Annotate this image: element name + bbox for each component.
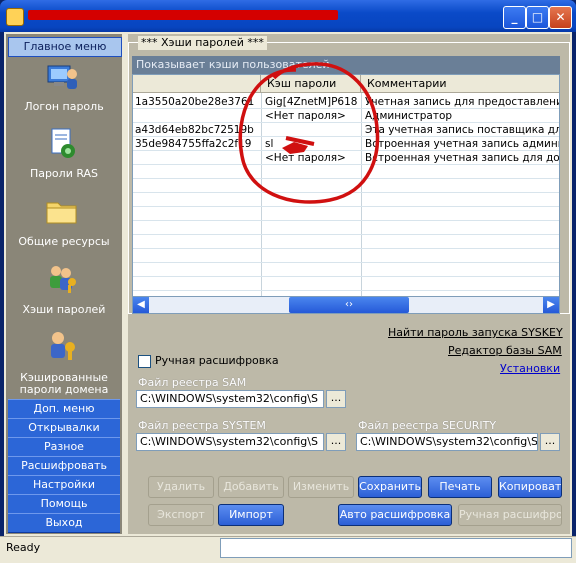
sam-file-field[interactable]: C:\WINDOWS\system32\config\S [136, 390, 324, 408]
status-panel [220, 538, 572, 558]
system-file-label: Файл реестра SYSTEM [138, 419, 266, 432]
sidebar-button-settings[interactable]: Настройки [8, 475, 120, 495]
shared-folder-icon[interactable] [44, 195, 80, 227]
grid-row-line [133, 290, 559, 291]
delete-button[interactable]: Удалить [148, 476, 214, 498]
copy-button[interactable]: Копировать [498, 476, 562, 498]
manual-decrypt-label: Ручная расшифровка [155, 354, 279, 367]
title-redaction [28, 10, 338, 20]
security-file-field[interactable]: C:\WINDOWS\system32\config\S [356, 433, 538, 451]
network-document-icon[interactable] [44, 127, 80, 159]
grid-row-line [133, 276, 559, 277]
security-browse-button[interactable]: ... [540, 433, 560, 451]
grid-row-line [133, 220, 559, 221]
app-icon[interactable] [6, 8, 24, 26]
sidebar-button-help[interactable]: Помощь [8, 494, 120, 514]
add-button[interactable]: Добавить [218, 476, 284, 498]
edit-button[interactable]: Изменить [288, 476, 354, 498]
sidebar-item-cached-domain-passwords[interactable]: Кэшированные пароли домена [8, 372, 120, 396]
grid-column-header[interactable]: Комментарии [361, 75, 559, 93]
system-file-field[interactable]: C:\WINDOWS\system32\config\S [136, 433, 324, 451]
sidebar-item-ras-passwords[interactable]: Пароли RAS [8, 168, 120, 180]
grid-horizontal-scrollbar[interactable]: ◀ ‹› ▶ [132, 296, 560, 314]
computer-user-icon[interactable] [44, 60, 80, 92]
manual-decrypt-checkbox[interactable] [138, 355, 151, 368]
sidebar-button-misc[interactable]: Разное [8, 437, 120, 457]
grid-row-line [133, 262, 559, 263]
scroll-thumb[interactable]: ‹› [289, 297, 409, 313]
grid-cell[interactable]: Учетная запись для предоставлени [365, 95, 559, 109]
system-browse-button[interactable]: ... [326, 433, 346, 451]
grid-cell[interactable]: Встроенная учетная запись для дос [365, 151, 559, 165]
sidebar-item-logon-password[interactable]: Логон пароль [8, 101, 120, 113]
scroll-right-icon[interactable]: ▶ [543, 297, 559, 313]
group-title: *** Хэши паролей *** [138, 36, 267, 50]
sidebar-header[interactable]: Главное меню [8, 37, 122, 57]
sidebar-item-shared-resources[interactable]: Общие ресурсы [8, 236, 120, 248]
scroll-left-icon[interactable]: ◀ [133, 297, 149, 313]
find-syskey-link[interactable]: Найти пароль запуска SYSKEY [388, 326, 563, 339]
security-file-label: Файл реестра SECURITY [358, 419, 497, 432]
status-text: Ready [6, 541, 41, 554]
sam-editor-link[interactable]: Редактор базы SAM [448, 344, 562, 357]
grid-row-line [133, 248, 559, 249]
save-button[interactable]: Сохранить [358, 476, 422, 498]
manual-decrypt-button[interactable]: Ручная расшифровка [458, 504, 562, 526]
sidebar-item-password-hashes[interactable]: Хэши паролей [8, 304, 120, 316]
sam-browse-button[interactable]: ... [326, 390, 346, 408]
grid-cell[interactable]: Встроенная учетная запись админи [365, 137, 559, 151]
close-button[interactable]: ✕ [549, 6, 572, 29]
sidebar-button-extra-menu[interactable]: Доп. меню [8, 399, 120, 419]
domain-key-icon[interactable] [44, 329, 80, 361]
export-button[interactable]: Экспорт [148, 504, 214, 526]
sidebar-button-openers[interactable]: Открывалки [8, 418, 120, 438]
users-key-icon[interactable] [44, 262, 80, 294]
grid-cell[interactable]: Администратор [365, 109, 559, 123]
sidebar-button-exit[interactable]: Выход [8, 513, 120, 533]
sam-file-label: Файл реестра SAM [138, 376, 247, 389]
grid-row-line [133, 234, 559, 235]
settings-link[interactable]: Установки [500, 362, 560, 375]
import-button[interactable]: Импорт [218, 504, 284, 526]
maximize-button[interactable]: □ [526, 6, 549, 29]
auto-decrypt-button[interactable]: Авто расшифровка [338, 504, 452, 526]
sidebar-button-decrypt-pwl[interactable]: Расшифровать PWL [8, 456, 120, 490]
grid-cell[interactable]: Эта учетная запись поставщика дл [365, 123, 559, 137]
minimize-button[interactable]: _ [503, 6, 526, 29]
red-scribble-annotation [238, 62, 380, 204]
print-button[interactable]: Печать [428, 476, 492, 498]
